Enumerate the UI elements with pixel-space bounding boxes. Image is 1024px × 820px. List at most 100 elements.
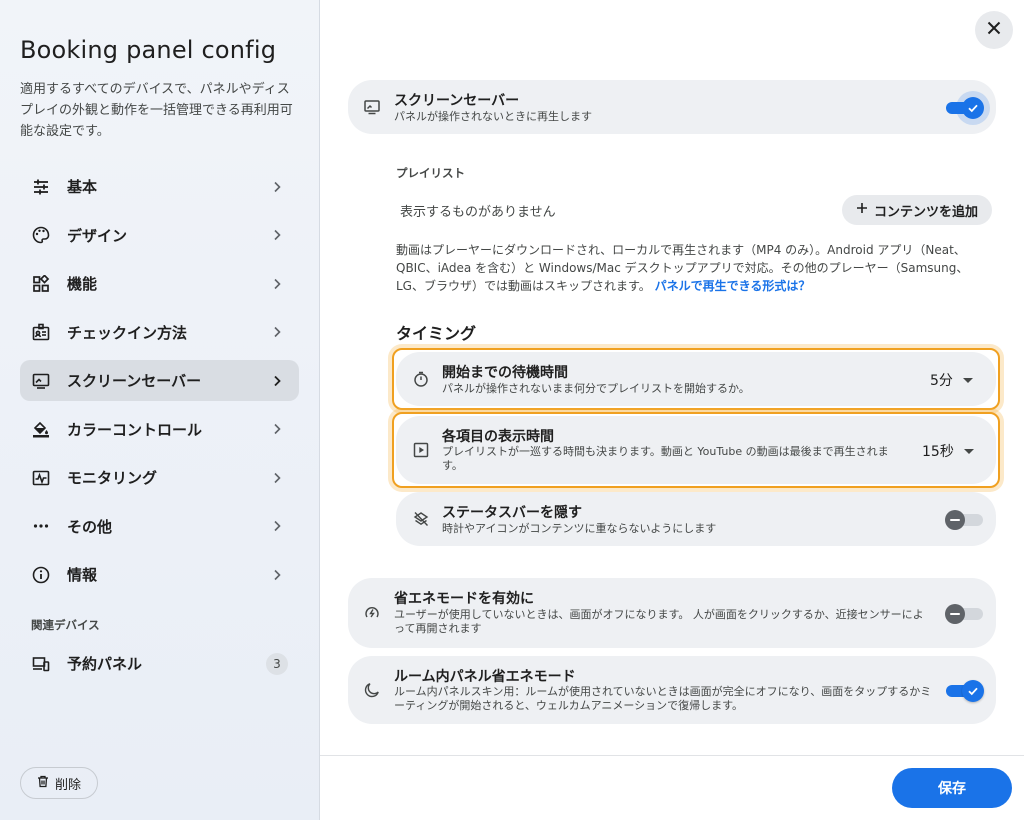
toggle-knob (945, 604, 965, 624)
check-icon (968, 104, 978, 113)
related-device-label: 予約パネル (67, 655, 143, 673)
related-devices-heading: 関連デバイス (31, 618, 100, 632)
item-duration-select[interactable]: 15秒 (922, 441, 974, 461)
widgets-icon (31, 274, 51, 294)
item-duration-card[interactable]: 各項目の表示時間 プレイリストが一巡する時間も決まります。動画と YouTube… (396, 416, 996, 484)
related-device-booking-panel[interactable]: 予約パネル 3 (20, 643, 299, 684)
chevron-right-icon (269, 179, 285, 195)
toggle-knob (962, 97, 984, 119)
sidebar-item-label: 情報 (67, 566, 98, 584)
sidebar-item-features[interactable]: 機能 (20, 263, 299, 304)
chevron-right-icon (269, 518, 285, 534)
sidebar-item-other[interactable]: その他 (20, 506, 299, 547)
playlist-label: プレイリスト (396, 166, 465, 180)
sidebar-item-label: チェックイン方法 (67, 323, 188, 342)
hide-statusbar-card: ステータスバーを隠す 時計やアイコンがコンテンツに重ならないようにします (396, 492, 996, 546)
devices-icon (31, 654, 51, 674)
paint-bucket-icon (31, 419, 51, 439)
room-power-save-toggle[interactable] (946, 680, 984, 702)
wait-time-subtitle: パネルが操作されないまま何分でプレイリストを開始するか。 (442, 382, 750, 395)
item-duration-title: 各項目の表示時間 (442, 429, 554, 445)
trash-icon (37, 775, 49, 792)
sidebar-item-label: モニタリング (67, 469, 158, 487)
chevron-right-icon (269, 567, 285, 583)
sidebar-item-design[interactable]: デザイン (20, 215, 299, 256)
sidebar-item-info[interactable]: 情報 (20, 554, 299, 595)
config-title: Booking panel config (20, 36, 277, 64)
wait-time-card[interactable]: 開始までの待機時間 パネルが操作されないまま何分でプレイリストを開始するか。 5… (396, 352, 996, 406)
chevron-right-icon (269, 324, 285, 340)
plus-icon (856, 202, 868, 218)
chevron-right-icon (269, 470, 285, 486)
chevron-right-icon (269, 227, 285, 243)
sidebar-item-label: デザイン (67, 226, 128, 245)
sidebar-item-label: その他 (67, 517, 113, 536)
check-icon (968, 687, 978, 696)
device-count-badge: 3 (266, 652, 288, 675)
room-power-save-card: ルーム内パネル省エネモード ルーム内パネルスキン用：ルームが使用されていないとき… (348, 656, 996, 724)
screensaver-subtitle: パネルが操作されないときに再生します (394, 110, 592, 123)
timer-icon (412, 370, 430, 388)
sidebar-item-basic[interactable]: 基本 (20, 166, 299, 207)
playback-info-text: 動画はプレーヤーにダウンロードされ、ローカルで再生されます（MP4 のみ）。An… (396, 241, 988, 295)
supported-formats-link[interactable]: パネルで再生できる形式は？ (655, 279, 811, 293)
dropdown-arrow-icon (962, 377, 973, 383)
sidebar-item-screensaver[interactable]: スクリーンセーバー (20, 360, 299, 401)
tune-icon (31, 177, 51, 197)
playlist-empty-text: 表示するものがありません (400, 205, 556, 220)
dropdown-arrow-icon (963, 448, 974, 454)
add-content-button[interactable]: コンテンツを追加 (842, 195, 992, 225)
more-icon (31, 516, 51, 536)
toggle-knob (945, 510, 965, 530)
hide-statusbar-title: ステータスバーを隠す (442, 505, 582, 521)
room-power-save-title: ルーム内パネル省エネモード (394, 669, 576, 685)
close-button[interactable] (975, 11, 1013, 49)
screensaver-toggle[interactable] (946, 97, 984, 119)
hide-statusbar-subtitle: 時計やアイコンがコンテンツに重ならないようにします (442, 522, 717, 535)
power-save-icon (363, 604, 381, 622)
monitor-icon (31, 371, 51, 391)
sidebar-item-label: スクリーンセーバー (67, 372, 202, 390)
sidebar-item-label: 基本 (67, 178, 98, 196)
toggle-knob (962, 680, 984, 702)
close-icon (986, 20, 1002, 40)
chevron-right-icon (269, 421, 285, 437)
layers-off-icon (412, 510, 430, 528)
timing-heading: タイミング (396, 324, 477, 343)
info-icon (31, 565, 51, 585)
sidebar-nav: 基本 デザイン 機能 チェックイン方法 スクリーンセーバー カラーコントロール … (20, 166, 299, 603)
chevron-right-icon (269, 373, 285, 389)
wait-time-title: 開始までの待機時間 (442, 365, 568, 381)
sidebar-item-monitoring[interactable]: モニタリング (20, 457, 299, 498)
palette-icon (31, 225, 51, 245)
config-description: 適用するすべてのデバイスで、パネルやディスプレイの外観と動作を一括管理できる再利… (20, 82, 293, 139)
play-box-icon (412, 441, 430, 459)
screensaver-card: スクリーンセーバー パネルが操作されないときに再生します (348, 80, 996, 134)
power-save-card: 省エネモードを有効に ユーザーが使用していないときは、画面がオフになります。 人… (348, 578, 996, 648)
sidebar-item-checkin[interactable]: チェックイン方法 (20, 312, 299, 353)
add-content-label: コンテンツを追加 (873, 204, 978, 220)
wait-time-select[interactable]: 5分 (930, 370, 973, 390)
power-save-title: 省エネモードを有効に (394, 591, 534, 607)
delete-button[interactable]: 削除 (20, 767, 98, 799)
moon-icon (363, 681, 381, 699)
footer-divider (320, 755, 1024, 756)
hide-statusbar-toggle[interactable] (945, 509, 983, 531)
screensaver-title: スクリーンセーバー (394, 93, 520, 109)
monitor-icon (363, 98, 381, 116)
room-power-save-subtitle: ルーム内パネルスキン用：ルームが使用されていないときは画面が完全にオフになり、画… (394, 685, 932, 712)
sidebar-item-label: カラーコントロール (67, 420, 203, 439)
delete-label: 削除 (54, 777, 81, 793)
save-button[interactable]: 保存 (892, 768, 1012, 808)
item-duration-subtitle: プレイリストが一巡する時間も決まります。動画と YouTube の動画は最後まで… (442, 445, 889, 472)
sidebar-item-label: 機能 (67, 275, 98, 293)
badge-icon (31, 322, 51, 342)
chevron-right-icon (269, 276, 285, 292)
power-save-subtitle: ユーザーが使用していないときは、画面がオフになります。 人が画面をクリックするか… (394, 608, 924, 635)
monitoring-icon (31, 468, 51, 488)
sidebar: Booking panel config 適用するすべてのデバイスで、パネルやデ… (0, 0, 320, 820)
sidebar-item-color-control[interactable]: カラーコントロール (20, 409, 299, 450)
item-duration-value: 15秒 (922, 444, 954, 460)
power-save-toggle[interactable] (945, 603, 983, 625)
wait-time-value: 5分 (930, 373, 953, 389)
